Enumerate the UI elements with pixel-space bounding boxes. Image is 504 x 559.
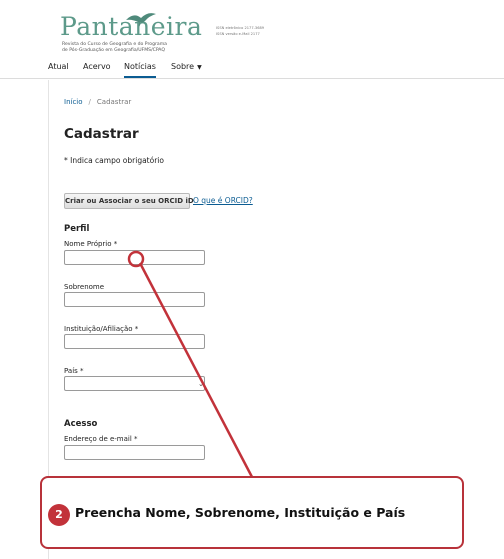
- given-name-input[interactable]: [64, 250, 205, 265]
- logo-subtitle-line1: Revista do Curso de Geografia e do Progr…: [62, 42, 167, 47]
- breadcrumb: Início / Cadastrar: [64, 98, 131, 106]
- chevron-down-icon: ▼: [197, 64, 202, 71]
- country-select[interactable]: [64, 376, 205, 391]
- family-name-input[interactable]: [64, 292, 205, 307]
- nav-item-noticias[interactable]: Notícias: [124, 61, 156, 78]
- breadcrumb-home-link[interactable]: Início: [64, 98, 83, 106]
- breadcrumb-current: Cadastrar: [96, 98, 132, 106]
- select-chevron-icon: ⌄: [198, 380, 204, 388]
- nav-item-atual[interactable]: Atual: [48, 61, 69, 73]
- nav-item-sobre-label: Sobre: [171, 62, 195, 71]
- required-field-note: * Indica campo obrigatório: [64, 156, 164, 165]
- email-input[interactable]: [64, 445, 205, 460]
- main-nav: Atual Acervo Notícias Sobre ▼: [0, 58, 504, 79]
- bird-icon: [126, 13, 156, 27]
- what-is-orcid-link[interactable]: O que é ORCID?: [193, 196, 253, 205]
- issn-electronic: ISSN eletrônico 2177-3689: [216, 26, 265, 30]
- affiliation-input[interactable]: [64, 334, 205, 349]
- nav-item-acervo[interactable]: Acervo: [83, 61, 111, 73]
- affiliation-label: Instituição/Afiliação *: [64, 325, 139, 333]
- email-label: Endereço de e-mail *: [64, 435, 138, 443]
- step-number-badge: 2: [48, 504, 70, 526]
- breadcrumb-separator: /: [88, 98, 91, 106]
- logo-subtitle-line2: de Pós-Graduação em Geografia/UFMS/CPAQ: [62, 48, 165, 53]
- family-name-label: Sobrenome: [64, 283, 105, 291]
- country-label: País *: [64, 367, 84, 375]
- access-section-title: Acesso: [64, 419, 98, 429]
- profile-section-title: Perfil: [64, 224, 90, 234]
- instruction-text: Preencha Nome, Sobrenome, Instituição e …: [75, 505, 406, 520]
- nav-item-sobre[interactable]: Sobre ▼: [171, 61, 202, 74]
- journal-logo[interactable]: Pantaneira Revista do Curso de Geografia…: [60, 12, 264, 58]
- issn-email: ISSN versão e-Mail 2177: [216, 32, 260, 36]
- instruction-callout: 2 Preencha Nome, Sobrenome, Instituição …: [40, 476, 464, 549]
- page-title: Cadastrar: [64, 126, 139, 142]
- orcid-button[interactable]: Criar ou Associar o seu ORCID iD: [64, 193, 194, 209]
- given-name-label: Nome Próprio *: [64, 240, 118, 248]
